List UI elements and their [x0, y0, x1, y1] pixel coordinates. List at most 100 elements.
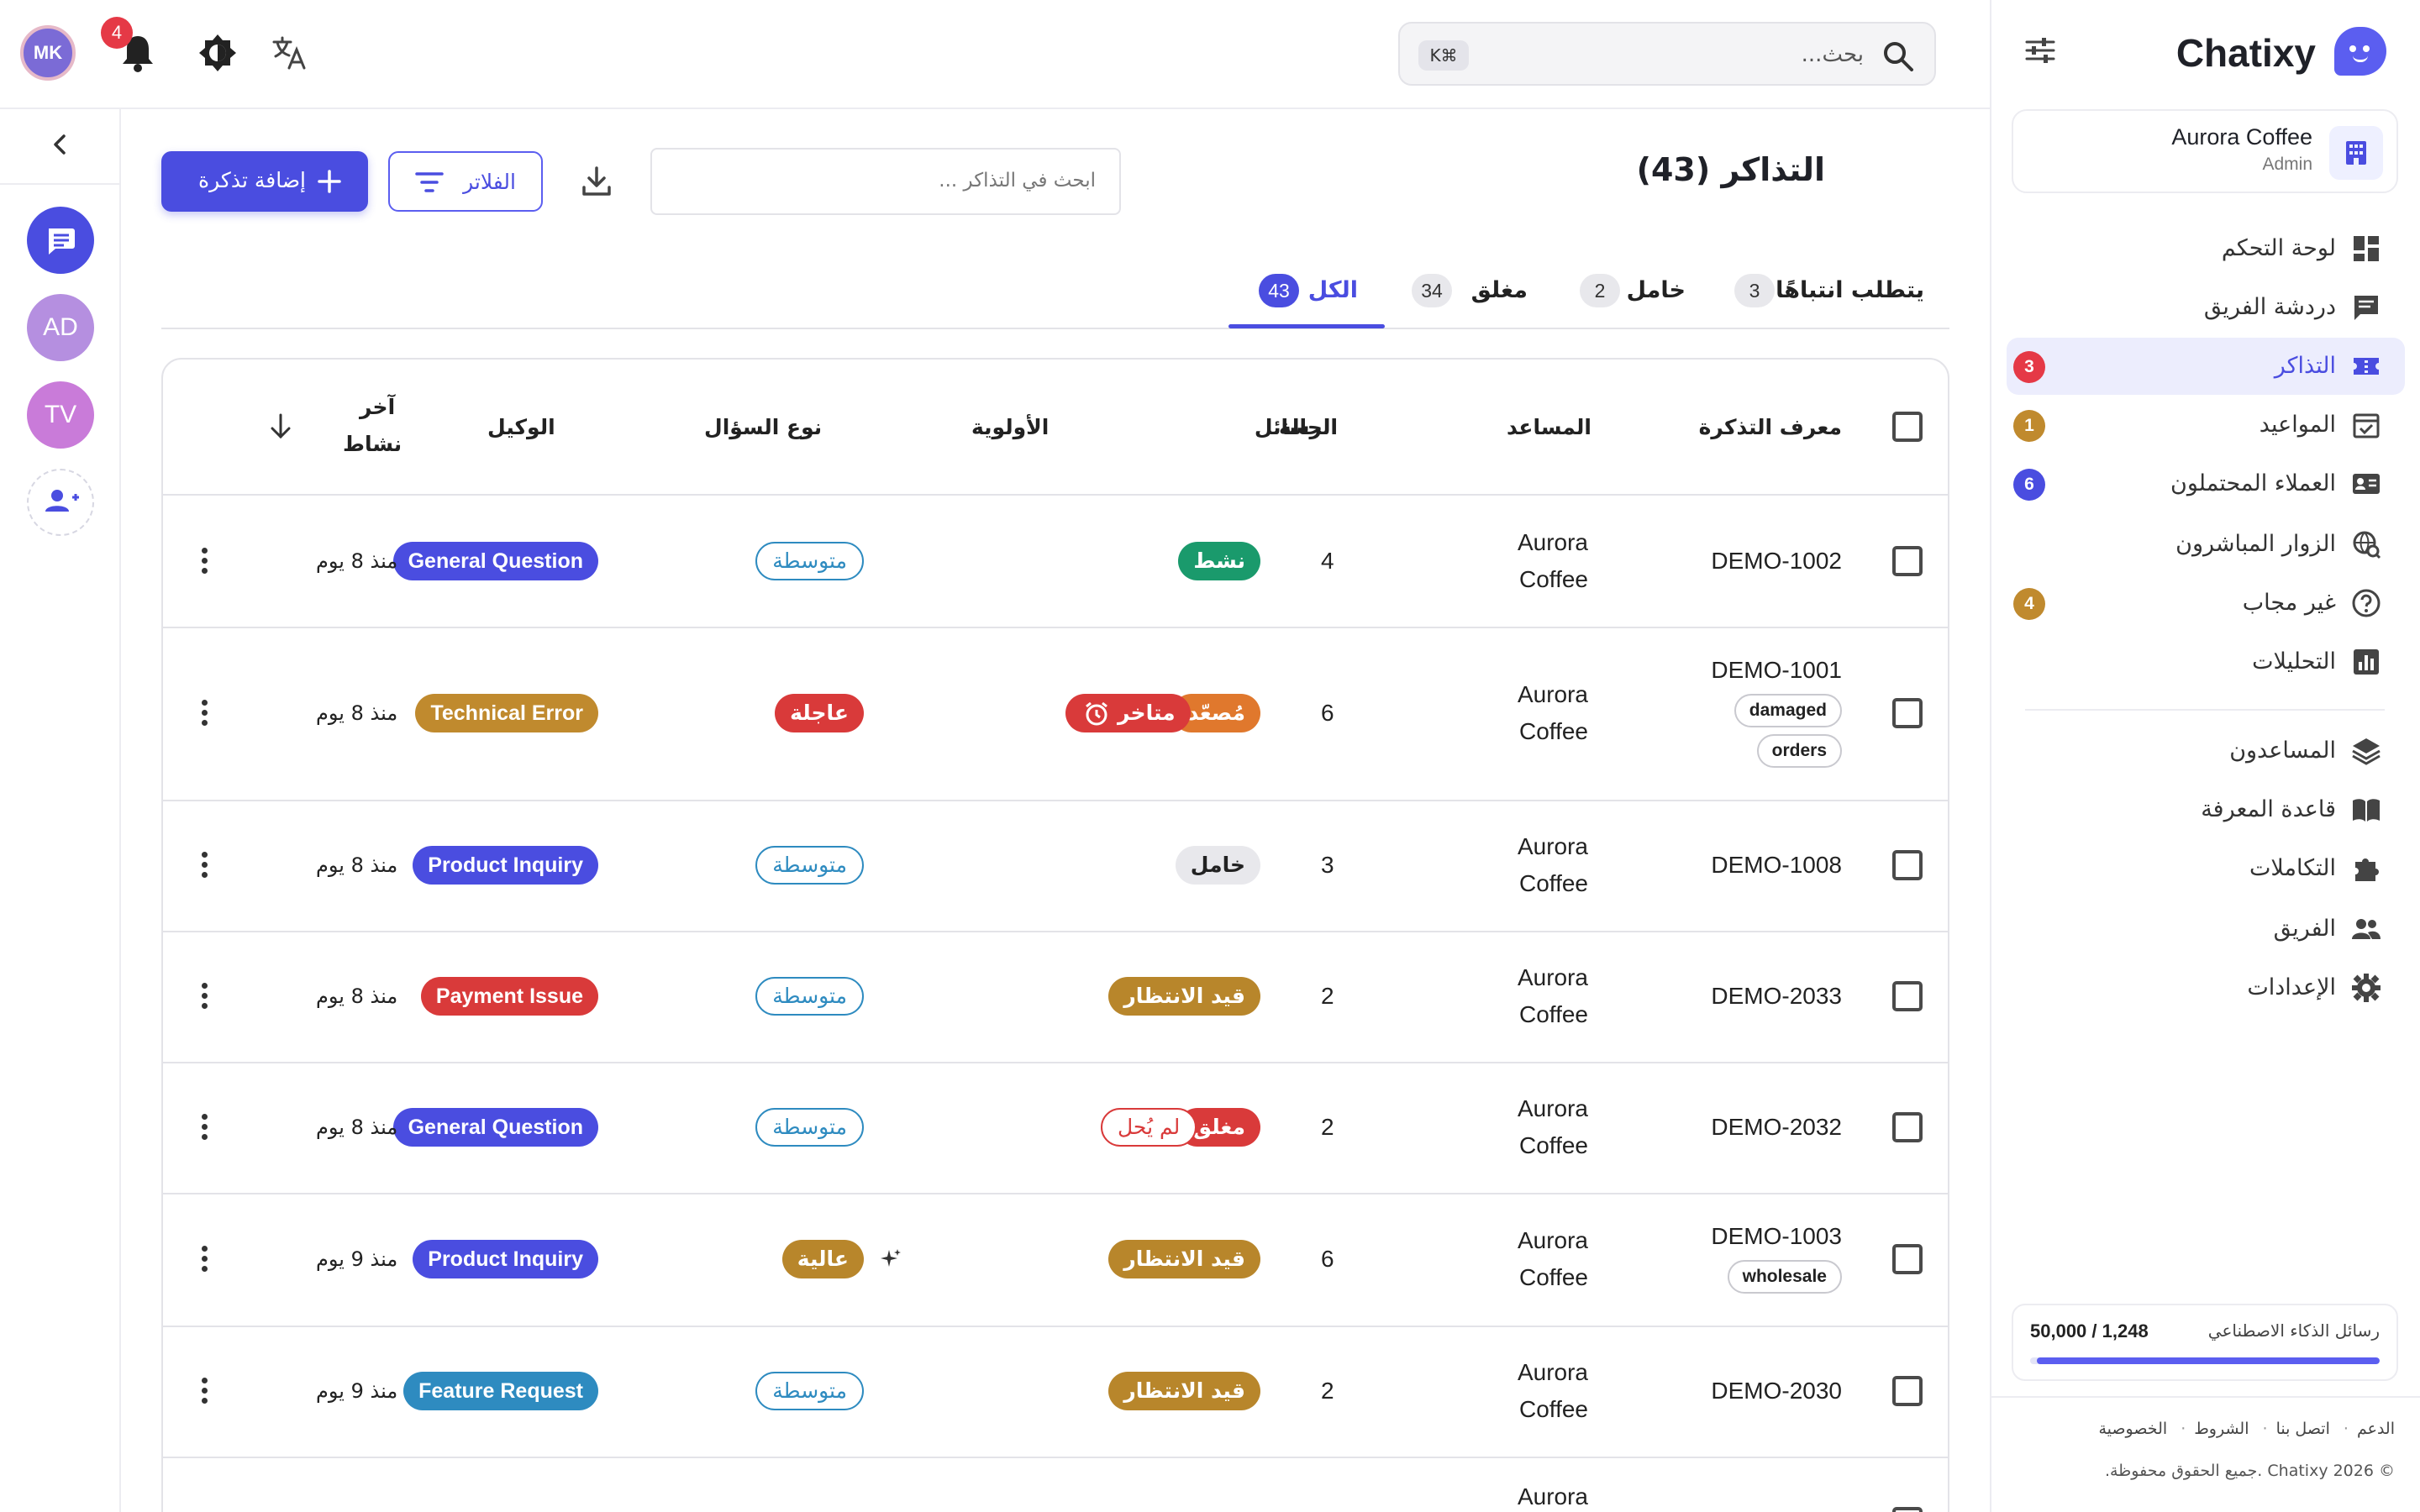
row-checkbox[interactable]: [1892, 850, 1923, 880]
more-options-icon[interactable]: [200, 1376, 208, 1406]
sidebar-item-team-chat[interactable]: دردشة الفريق: [2007, 279, 2405, 336]
more-options-icon[interactable]: [200, 1112, 208, 1142]
message-count: 2: [1321, 983, 1334, 1009]
row-divider: [163, 1457, 1948, 1458]
footer-link-support[interactable]: الدعم: [2357, 1420, 2395, 1438]
more-options-icon[interactable]: [200, 698, 208, 728]
more-options-icon[interactable]: [200, 850, 208, 880]
row-checkbox[interactable]: [1892, 1507, 1923, 1512]
add-ticket-button[interactable]: إضافة تذكرة: [161, 151, 368, 212]
assistant-name-line2: Coffee: [1519, 1264, 1588, 1290]
more-options-icon[interactable]: [200, 1244, 208, 1274]
assistant-name-line1: Aurora: [1517, 833, 1588, 859]
row-checkbox[interactable]: [1892, 1376, 1923, 1406]
more-options-icon[interactable]: [200, 546, 208, 576]
tab-count-badge: 2: [1580, 274, 1620, 307]
priority-badge: عاجلة: [775, 694, 864, 732]
sidebar-item-label: العملاء المحتملون: [2170, 470, 2336, 496]
header-ticket-id[interactable]: معرف التذكرة: [1699, 415, 1842, 439]
header-last-activity-line2[interactable]: نشاط: [343, 432, 402, 456]
question-type-badge: Feature Request: [403, 1372, 598, 1410]
row-checkbox[interactable]: [1892, 546, 1923, 576]
header-priority[interactable]: الأولوية: [971, 415, 1049, 439]
user-avatar[interactable]: MK: [20, 25, 76, 81]
chat-rail-button[interactable]: [27, 207, 94, 274]
footer-link-terms[interactable]: الشروط: [2194, 1420, 2249, 1438]
tab-all[interactable]: الكل 43: [1259, 274, 1358, 329]
assistant-name-line1: Aurora: [1517, 1483, 1588, 1509]
sliders-icon[interactable]: [2025, 37, 2055, 64]
header-last-activity-line1[interactable]: آخر: [360, 395, 395, 419]
sidebar-item-leads[interactable]: العملاء المحتملون 6: [2007, 455, 2405, 512]
chevron-left-icon[interactable]: [44, 128, 77, 161]
sidebar-item-label: دردشة الفريق: [2203, 294, 2336, 320]
last-activity: منذ 8 يوم: [316, 853, 398, 877]
ticket-id[interactable]: DEMO-2030: [1711, 1378, 1842, 1404]
more-options-icon[interactable]: [200, 981, 208, 1011]
sidebar-item-knowledge-base[interactable]: قاعدة المعرفة: [2007, 781, 2405, 838]
translate-icon[interactable]: [272, 35, 308, 71]
message-count: 4: [1321, 548, 1334, 574]
rail-avatar-tv[interactable]: TV: [27, 381, 94, 449]
row-checkbox[interactable]: [1892, 981, 1923, 1011]
filters-button[interactable]: الفلاتر: [388, 151, 543, 212]
sidebar: Chatixy Aurora Coffee Admin لوحة التحكم د…: [1990, 0, 2420, 1512]
sidebar-item-analytics[interactable]: التحليلات: [2007, 633, 2405, 690]
header-agent[interactable]: الوكيل: [487, 415, 555, 439]
sidebar-item-dashboard[interactable]: لوحة التحكم: [2007, 220, 2405, 277]
row-checkbox[interactable]: [1892, 698, 1923, 728]
ticket-id[interactable]: DEMO-2032: [1711, 1114, 1842, 1141]
sidebar-item-label: لوحة التحكم: [2221, 235, 2336, 261]
sort-arrow-down-icon[interactable]: [267, 412, 294, 442]
add-member-button[interactable]: [27, 469, 94, 536]
alarm-clock-icon: [1084, 701, 1109, 739]
header-assistant[interactable]: المساعد: [1507, 415, 1591, 439]
sidebar-item-assistants[interactable]: المساعدون: [2007, 722, 2405, 780]
global-search-input[interactable]: بحث... K⌘: [1398, 22, 1936, 86]
rail-avatar-ad[interactable]: AD: [27, 294, 94, 361]
tab-count-badge: 34: [1412, 274, 1452, 307]
download-icon[interactable]: [580, 165, 613, 198]
header-status[interactable]: الحالة: [1279, 415, 1338, 439]
assistant-name-line1: Aurora: [1517, 964, 1588, 990]
theme-toggle-icon[interactable]: [198, 34, 237, 72]
row-checkbox[interactable]: [1892, 1112, 1923, 1142]
live-visitors-icon: [2351, 529, 2381, 559]
footer-link-contact[interactable]: اتصل بنا: [2276, 1420, 2330, 1438]
layers-icon: [2351, 736, 2381, 766]
ticket-id[interactable]: DEMO-2033: [1711, 983, 1842, 1010]
ticket-id[interactable]: DEMO-1003: [1711, 1223, 1842, 1250]
sidebar-item-label: التذاكر: [2274, 353, 2336, 379]
people-icon: [2351, 914, 2381, 944]
tab-needs-attention[interactable]: يتطلب انتباهًا 3: [1734, 274, 1924, 329]
ai-messages-quota: رسائل الذكاء الاصطناعي 50,000 / 1,248: [2012, 1304, 2398, 1381]
sidebar-item-unanswered[interactable]: غير مجاب 4: [2007, 575, 2405, 632]
assistant-name-line2: Coffee: [1519, 870, 1588, 896]
tab-closed[interactable]: مغلق 34: [1412, 274, 1528, 329]
header-question-type[interactable]: نوع السؤال: [704, 415, 822, 439]
notifications-badge: 4: [101, 17, 133, 49]
organization-switcher[interactable]: Aurora Coffee Admin: [2012, 109, 2398, 193]
ticket-search-placeholder: ابحث في التذاكر ...: [939, 170, 1096, 192]
analytics-icon: [2351, 647, 2381, 677]
select-all-checkbox[interactable]: [1892, 412, 1923, 442]
ticket-id[interactable]: DEMO-1008: [1711, 852, 1842, 879]
ticket-id[interactable]: DEMO-1001: [1711, 657, 1842, 684]
assistant-name-line2: Coffee: [1519, 1396, 1588, 1422]
last-activity: منذ 8 يوم: [316, 984, 398, 1008]
sidebar-item-live-visitors[interactable]: الزوار المباشرون: [2007, 516, 2405, 573]
ticket-id[interactable]: DEMO-1002: [1711, 548, 1842, 575]
sidebar-item-appointments[interactable]: المواعيد 1: [2007, 396, 2405, 454]
sidebar-item-settings[interactable]: الإعدادات: [2007, 959, 2405, 1016]
priority-badge: متوسطة: [755, 846, 864, 885]
ticket-search-input[interactable]: ابحث في التذاكر ...: [650, 148, 1121, 215]
sidebar-item-team[interactable]: الفريق: [2007, 900, 2405, 958]
tab-idle[interactable]: خامل 2: [1580, 274, 1686, 329]
footer-link-privacy[interactable]: الخصوصية: [2098, 1420, 2167, 1438]
sidebar-item-integrations[interactable]: التكاملات: [2007, 840, 2405, 897]
calendar-check-icon: [2351, 410, 2381, 440]
filter-icon: [415, 172, 444, 192]
ticket-tag: wholesale: [1727, 1260, 1842, 1294]
row-checkbox[interactable]: [1892, 1244, 1923, 1274]
sidebar-item-tickets[interactable]: التذاكر 3: [2007, 338, 2405, 395]
